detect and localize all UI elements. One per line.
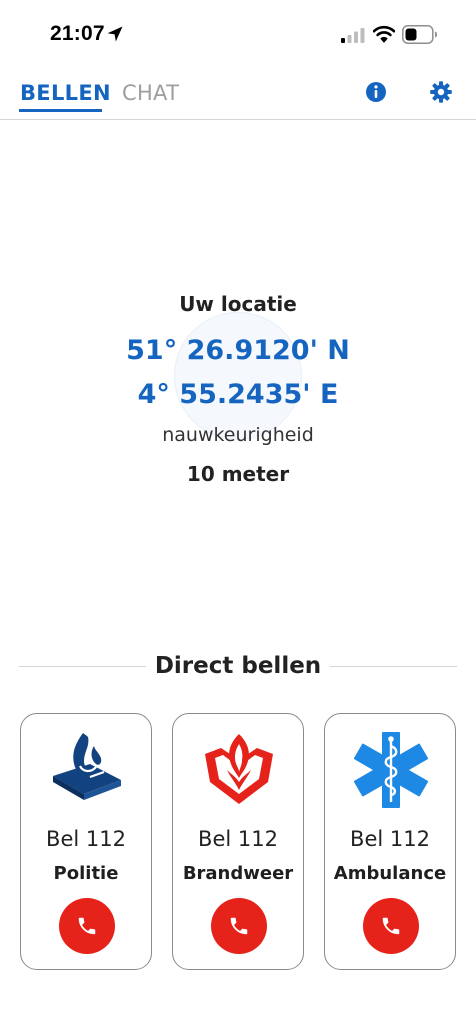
tab-bellen[interactable]: BELLEN — [20, 81, 111, 105]
service-name: Brandweer — [182, 863, 294, 884]
location-pulse-indicator — [174, 312, 302, 440]
accuracy-value: 10 meter — [186, 462, 290, 486]
star-of-life-icon — [353, 732, 429, 808]
accuracy-label: nauwkeurigheid — [162, 424, 314, 446]
call-card-ambulance[interactable]: Bel 112 Ambulance — [324, 713, 456, 970]
fire-department-emblem-icon — [205, 734, 273, 804]
police-emblem-icon — [53, 733, 121, 800]
call-brandweer-button[interactable] — [211, 898, 267, 954]
service-name: Politie — [53, 863, 119, 884]
battery-icon — [402, 25, 437, 44]
location-title: Uw locatie — [179, 292, 297, 316]
phone-icon — [78, 917, 96, 935]
call-politie-button[interactable] — [59, 898, 115, 954]
phone-icon — [230, 917, 248, 935]
tab-chat[interactable]: CHAT — [122, 81, 179, 105]
info-icon[interactable] — [364, 80, 388, 104]
status-bar: 21:07 — [0, 0, 476, 62]
location-arrow-icon — [107, 26, 123, 42]
active-tab-indicator — [19, 109, 102, 112]
direct-call-section-header: Direct bellen — [0, 653, 476, 683]
call-label: Bel 112 — [46, 827, 126, 851]
phone-icon — [382, 917, 400, 935]
gear-icon[interactable] — [429, 80, 453, 104]
call-label: Bel 112 — [350, 827, 430, 851]
call-label: Bel 112 — [198, 827, 278, 851]
call-card-politie[interactable]: Bel 112 Politie — [20, 713, 152, 970]
call-ambulance-button[interactable] — [363, 898, 419, 954]
cellular-signal-icon — [341, 28, 365, 43]
status-time: 21:07 — [50, 22, 105, 45]
call-card-brandweer[interactable]: Bel 112 Brandweer — [172, 713, 304, 970]
longitude-value: 4° 55.2435' E — [137, 379, 339, 410]
top-tab-bar: BELLEN CHAT — [0, 70, 476, 120]
service-name: Ambulance — [333, 863, 447, 884]
wifi-icon — [373, 25, 395, 43]
latitude-value: 51° 26.9120' N — [126, 335, 350, 366]
divider-right — [330, 666, 457, 667]
